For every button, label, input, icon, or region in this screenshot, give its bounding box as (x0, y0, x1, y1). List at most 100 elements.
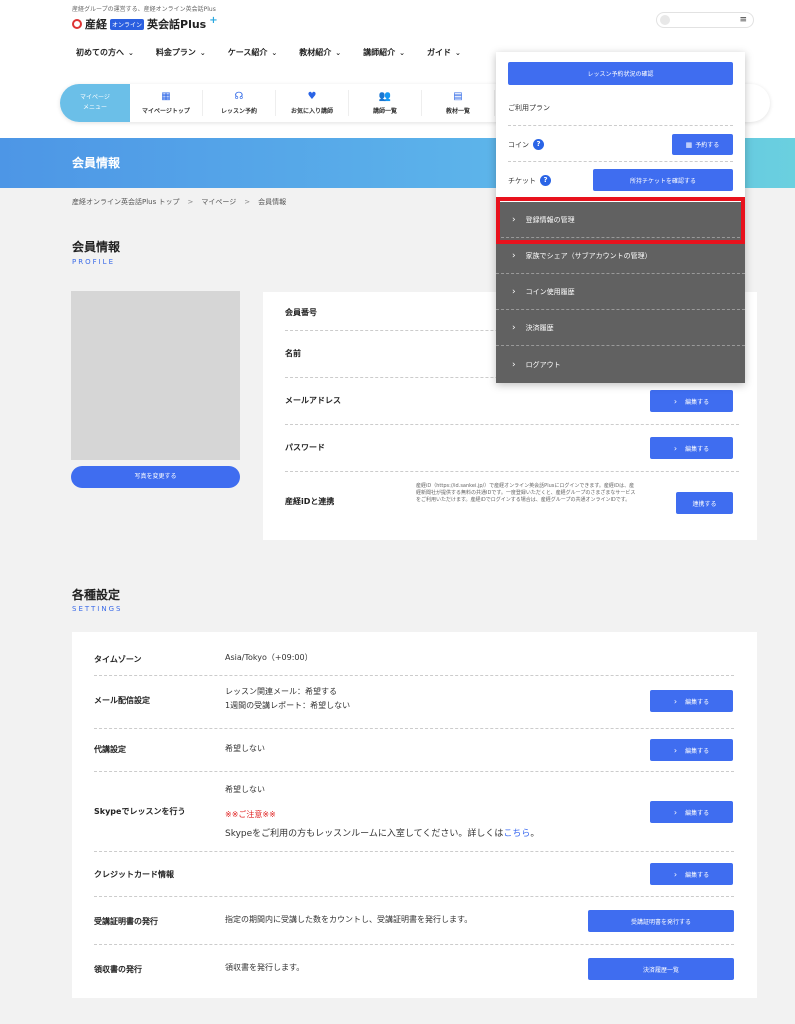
chevron-right-icon: › (512, 359, 516, 370)
mail-settings-label: メール配信設定 (94, 696, 150, 705)
chevron-right-icon: › (512, 286, 516, 297)
certificate-label: 受講証明書の発行 (94, 917, 158, 926)
chevron-right-icon: › (673, 696, 678, 706)
chevron-right-icon: › (673, 869, 678, 879)
settings-row-skype: Skypeでレッスンを行う 希望しない ※※ご注意※※ Skypeをご利用の方も… (94, 772, 734, 852)
settings-row-receipt: 領収書の発行 領収書を発行します。 決済履歴一覧 (94, 945, 734, 993)
profile-row-email: メールアドレス › 編集する (285, 378, 739, 425)
edit-mail-settings-button[interactable]: › 編集する (650, 690, 733, 712)
profile-photo (71, 291, 240, 460)
sankei-id-description: 産経iD（https://id.sankei.jp/）で産経オンライン英会話Pl… (416, 483, 636, 503)
subnav-item-lesson-booking[interactable]: ☊ レッスン予約 (203, 90, 276, 116)
subnav-item-mypage-top[interactable]: ▦ マイページトップ (130, 90, 203, 116)
menu-item-payment-history[interactable]: › 決済履歴 (496, 310, 745, 346)
link-sankei-id-button[interactable]: 連携する (676, 492, 733, 514)
chevron-down-icon: ⌄ (199, 48, 206, 57)
sankei-id-label: 産経iDと連携 (285, 497, 335, 506)
hamburger-icon[interactable]: ≡ (739, 16, 747, 25)
ticket-label: チケット (508, 176, 536, 185)
nav-item-cases[interactable]: ケース紹介 ⌄ (228, 47, 277, 58)
skype-label: Skypeでレッスンを行う (94, 807, 186, 816)
account-menu-toggle[interactable]: ≡ (656, 12, 754, 28)
mail-report-value: 1週間の受講レポート：希望しない (225, 701, 351, 710)
chevron-right-icon: › (512, 322, 516, 333)
edit-email-button[interactable]: › 編集する (650, 390, 733, 412)
chevron-right-icon: › (673, 443, 678, 453)
book-icon: ▤ (453, 91, 463, 102)
password-label: パスワード (285, 443, 325, 452)
chevron-down-icon: ⌄ (271, 48, 278, 57)
chevron-right-icon: › (673, 807, 678, 817)
edit-substitute-button[interactable]: › 編集する (650, 739, 733, 761)
avatar-icon (660, 15, 670, 25)
edit-skype-button[interactable]: › 編集する (650, 801, 733, 823)
mypage-menu-label: マイページ メニュー (60, 84, 130, 122)
profile-row-password: パスワード › 編集する (285, 425, 739, 472)
people-icon: 👥 (378, 91, 392, 102)
menu-item-coin-history[interactable]: › コイン使用履歴 (496, 274, 745, 310)
issue-certificate-button[interactable]: 受講証明書を発行する (588, 910, 734, 932)
breadcrumb-current: 会員情報 (258, 198, 287, 206)
headphones-icon: ☊ (234, 91, 244, 102)
settings-row-timezone: タイムゾーン Asia/Tokyo（+09:00） (94, 642, 734, 676)
help-icon[interactable]: ? (533, 139, 544, 150)
breadcrumb-home[interactable]: 産経オンライン英会話Plus トップ (72, 198, 179, 206)
logo-mark-icon (72, 19, 82, 29)
chevron-right-icon: › (512, 250, 516, 261)
nav-item-beginners[interactable]: 初めての方へ ⌄ (76, 47, 134, 58)
skype-details-link[interactable]: こちら (503, 829, 530, 839)
site-logo[interactable]: 産経 オンライン 英会話Plus + (72, 14, 218, 32)
breadcrumb-mypage[interactable]: マイページ (201, 198, 236, 206)
substitute-value: 希望しない (225, 744, 265, 753)
nav-item-guide[interactable]: ガイド ⌄ (427, 47, 461, 58)
settings-section-subtitle: SETTINGS (72, 605, 123, 613)
profile-section-subtitle: PROFILE (72, 258, 116, 266)
timezone-label: タイムゾーン (94, 655, 142, 664)
name-label: 名前 (285, 349, 301, 358)
subnav-item-teacher-list[interactable]: 👥 講師一覧 (349, 90, 422, 116)
change-photo-button[interactable]: 写真を変更する (71, 466, 240, 488)
skype-note: Skypeをご利用の方もレッスンルームに入室してください。詳しくはこちら。 (225, 829, 540, 839)
logo-main-text: 産経 (85, 18, 107, 31)
email-label: メールアドレス (285, 396, 341, 405)
dropdown-row-ticket: チケット? 所持チケットを確認する (508, 162, 733, 198)
menu-item-logout[interactable]: › ログアウト (496, 346, 745, 383)
coin-label: コイン (508, 140, 529, 149)
settings-row-mail: メール配信設定 レッスン関連メール：希望する 1週間の受講レポート：希望しない … (94, 676, 734, 729)
settings-card: タイムゾーン Asia/Tokyo（+09:00） メール配信設定 レッスン関連… (72, 632, 757, 998)
timezone-value: Asia/Tokyo（+09:00） (225, 653, 313, 662)
skype-warning: ※※ご注意※※ (225, 810, 276, 819)
payment-history-button[interactable]: 決済履歴一覧 (588, 958, 734, 980)
heart-icon: ♥ (307, 91, 317, 102)
check-tickets-button[interactable]: 所持チケットを確認する (593, 169, 733, 191)
substitute-label: 代講設定 (94, 745, 126, 754)
dropdown-row-coin: コイン? ▦ 予約する (508, 126, 733, 162)
receipt-description: 領収書を発行します。 (225, 963, 305, 972)
page-title: 会員情報 (72, 156, 121, 170)
coin-book-button[interactable]: ▦ 予約する (672, 134, 733, 155)
nav-item-materials[interactable]: 教材紹介 ⌄ (299, 47, 341, 58)
logo-online-badge: オンライン (110, 18, 145, 30)
chevron-right-icon: › (673, 745, 678, 755)
edit-password-button[interactable]: › 編集する (650, 437, 733, 459)
credit-card-label: クレジットカード情報 (94, 870, 174, 879)
check-lesson-booking-button[interactable]: レッスン予約状況の確認 (508, 62, 733, 85)
highlight-box (496, 197, 745, 244)
nav-item-teachers[interactable]: 講師紹介 ⌄ (363, 47, 405, 58)
chevron-right-icon: › (673, 396, 678, 406)
chevron-down-icon: ⌄ (399, 48, 405, 57)
settings-row-substitute: 代講設定 希望しない › 編集する (94, 729, 734, 772)
plan-label: ご利用プラン (508, 104, 550, 112)
subnav-item-material-list[interactable]: ▤ 教材一覧 (422, 90, 495, 116)
main-nav: 初めての方へ ⌄ 料金プラン ⌄ ケース紹介 ⌄ 教材紹介 ⌄ 講師紹介 ⌄ ガイド ⌄ (76, 47, 483, 58)
certificate-description: 指定の期間内に受講した数をカウントし、受講証明書を発行します。 (225, 915, 473, 924)
subnav-item-favorite-teachers[interactable]: ♥ お気に入り講師 (276, 90, 349, 116)
edit-credit-card-button[interactable]: › 編集する (650, 863, 733, 885)
help-icon[interactable]: ? (540, 175, 551, 186)
nav-item-pricing[interactable]: 料金プラン ⌄ (156, 47, 206, 58)
site-tagline: 産経グループの運営する、産経オンライン英会話Plus (72, 6, 216, 13)
profile-section-title: 会員情報 (72, 240, 121, 254)
settings-section-title: 各種設定 (72, 588, 121, 602)
logo-plus-mark: + (209, 14, 218, 26)
grid-icon: ▦ (161, 91, 171, 102)
